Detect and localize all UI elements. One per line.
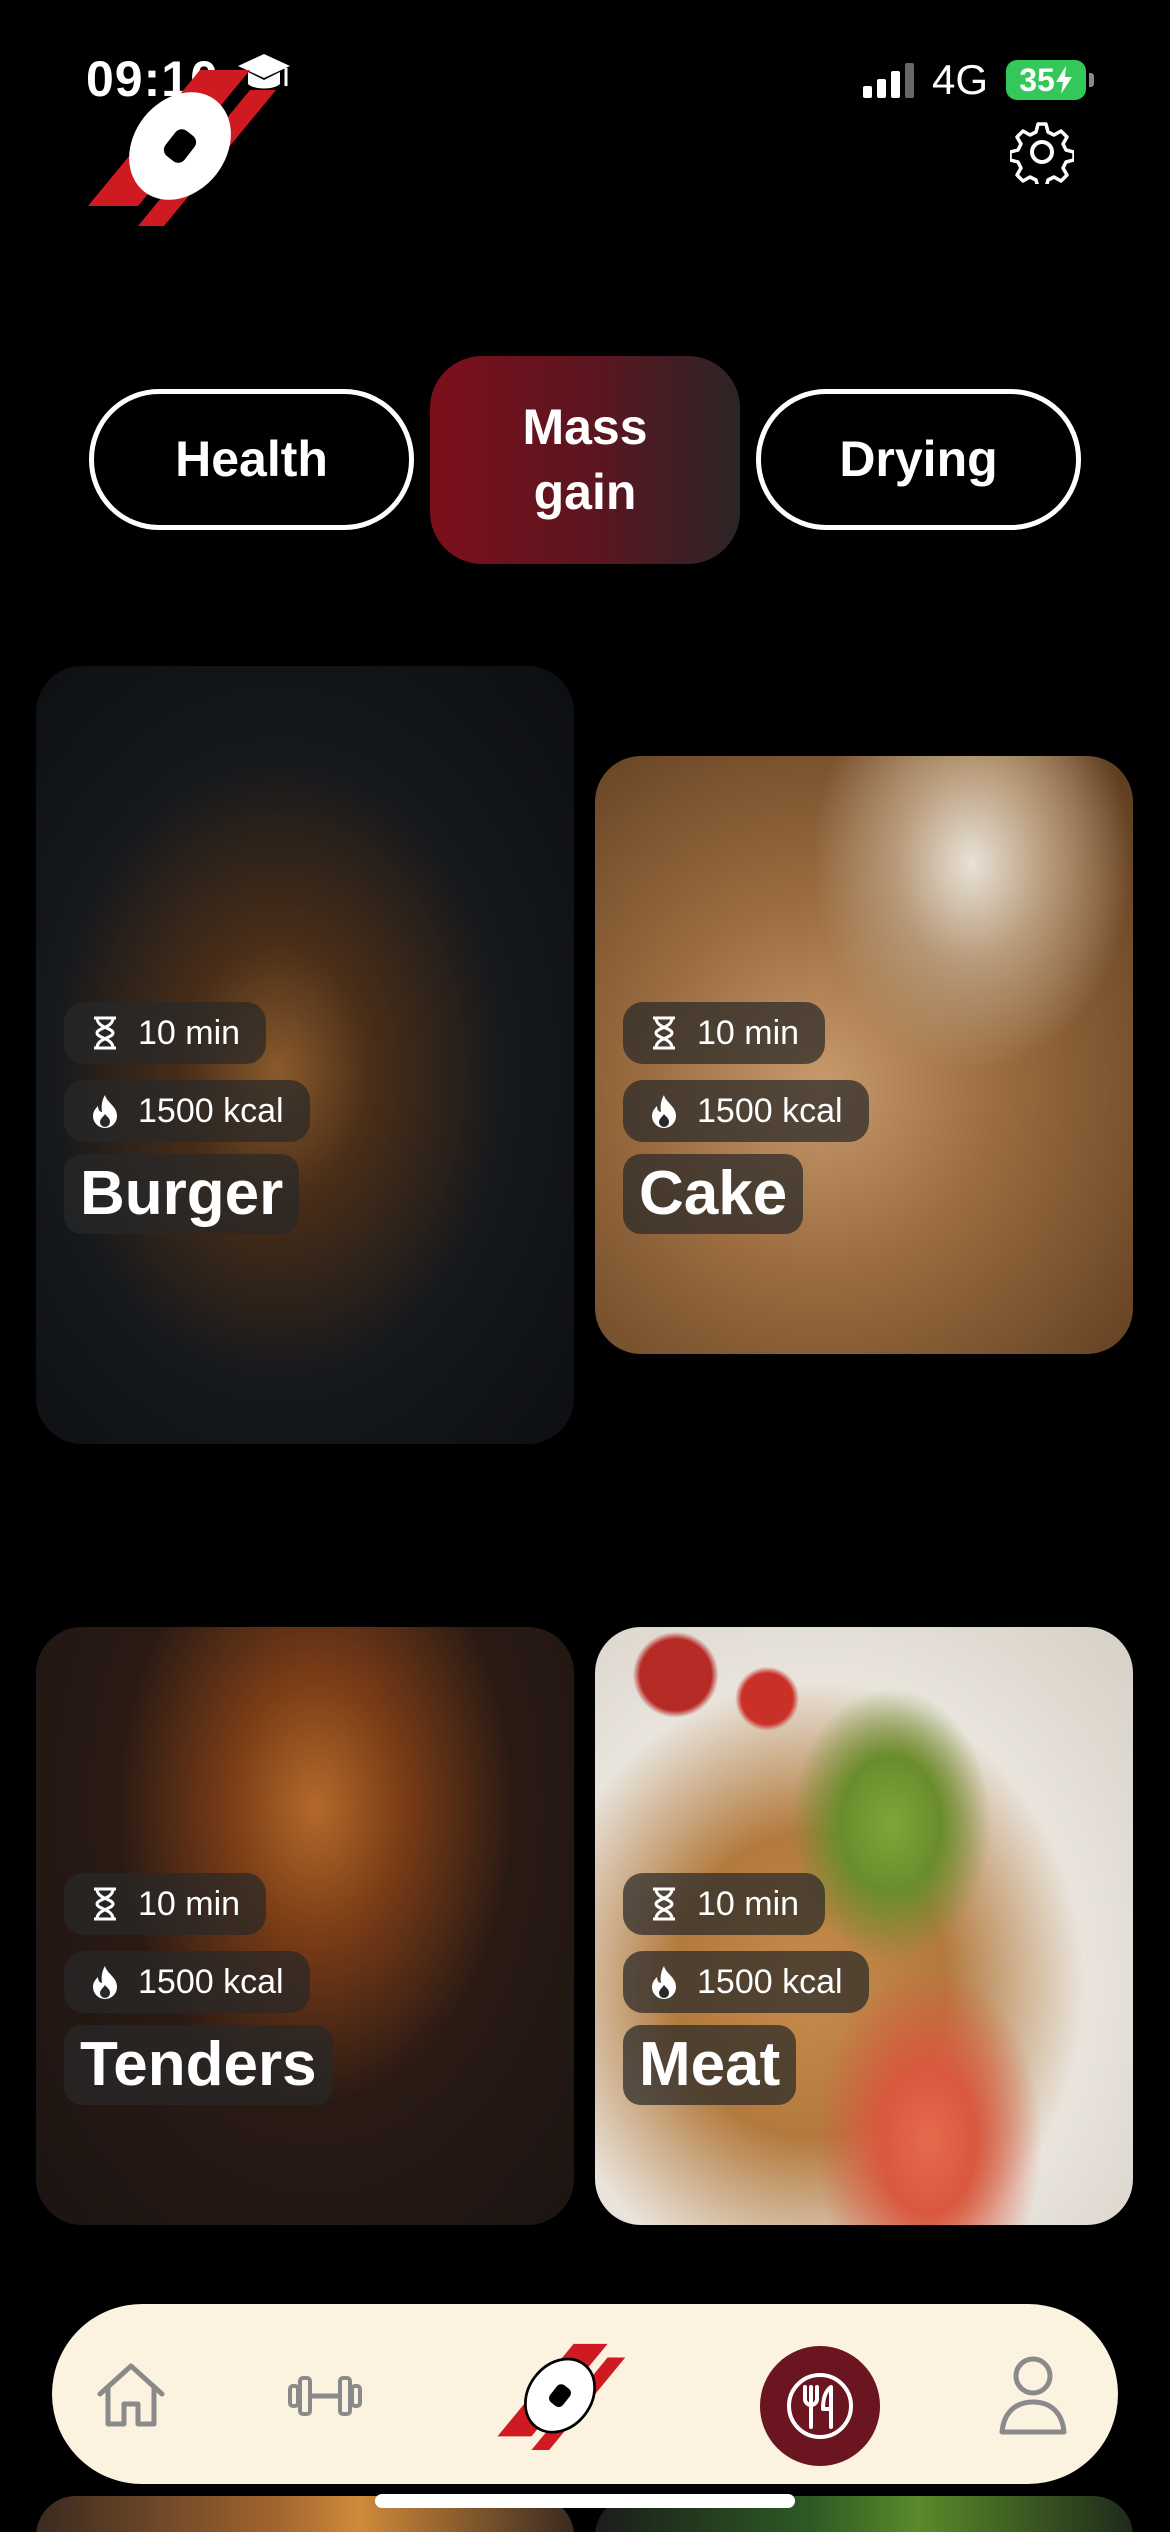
app-logo <box>88 70 276 226</box>
tab-mass-gain[interactable]: Mass gain <box>430 356 740 564</box>
status-indicators: 4G 35 <box>862 56 1094 104</box>
calories-text: 1500 kcal <box>138 1962 284 2001</box>
recipe-card-burger[interactable]: 10 min 1500 kcal Burger <box>36 666 574 1444</box>
tab-mass-gain-label: Mass gain <box>522 399 648 520</box>
time-badge: 10 min <box>623 1002 826 1064</box>
calories-text: 1500 kcal <box>697 1962 843 2001</box>
time-text: 10 min <box>138 1013 241 1052</box>
tab-drying[interactable]: Drying <box>756 389 1081 530</box>
dumbbell-icon[interactable] <box>288 2374 362 2418</box>
charging-bolt-icon <box>1055 66 1072 94</box>
home-icon[interactable] <box>94 2360 168 2430</box>
flame-icon <box>652 1966 676 1999</box>
recipe-title: Burger <box>64 1154 300 1234</box>
signal-icon <box>862 62 914 98</box>
flame-icon <box>93 1966 117 1999</box>
flame-icon <box>652 1095 676 1128</box>
hourglass-icon <box>653 1016 675 1050</box>
nav-item-recipes[interactable] <box>760 2346 880 2466</box>
recipe-title: Meat <box>623 2025 797 2105</box>
hourglass-icon <box>653 1887 675 1921</box>
recipe-card-meat[interactable]: 10 min 1500 kcal Meat <box>595 1627 1133 2225</box>
flame-icon <box>93 1095 117 1128</box>
hourglass-icon <box>94 1887 116 1921</box>
recipe-card-tenders[interactable]: 10 min 1500 kcal Tenders <box>36 1627 574 2225</box>
calories-badge: 1500 kcal <box>623 1951 869 2013</box>
recipe-card-cake[interactable]: 10 min 1500 kcal Cake <box>595 756 1133 1354</box>
time-text: 10 min <box>697 1013 800 1052</box>
tab-health[interactable]: Health <box>89 389 414 530</box>
calories-badge: 1500 kcal <box>64 1951 310 2013</box>
network-type: 4G <box>931 56 988 103</box>
logo-icon[interactable] <box>492 2340 628 2458</box>
recipe-title: Cake <box>623 1154 804 1234</box>
time-text: 10 min <box>138 1884 241 1923</box>
gear-icon[interactable] <box>1010 120 1074 184</box>
time-badge: 10 min <box>64 1873 267 1935</box>
time-badge: 10 min <box>623 1873 826 1935</box>
calories-text: 1500 kcal <box>697 1091 843 1130</box>
fork-knife-icon <box>787 2373 853 2439</box>
battery-level: 35 <box>1019 61 1055 98</box>
calories-badge: 1500 kcal <box>623 1080 869 1142</box>
time-text: 10 min <box>697 1884 800 1923</box>
bottom-nav <box>52 2304 1118 2484</box>
calories-badge: 1500 kcal <box>64 1080 310 1142</box>
calories-text: 1500 kcal <box>138 1091 284 1130</box>
battery-icon: 35 <box>1006 60 1094 100</box>
profile-icon[interactable] <box>998 2354 1068 2436</box>
time-badge: 10 min <box>64 1002 267 1064</box>
recipe-title: Tenders <box>64 2025 333 2105</box>
hourglass-icon <box>94 1016 116 1050</box>
home-indicator[interactable] <box>375 2494 795 2508</box>
